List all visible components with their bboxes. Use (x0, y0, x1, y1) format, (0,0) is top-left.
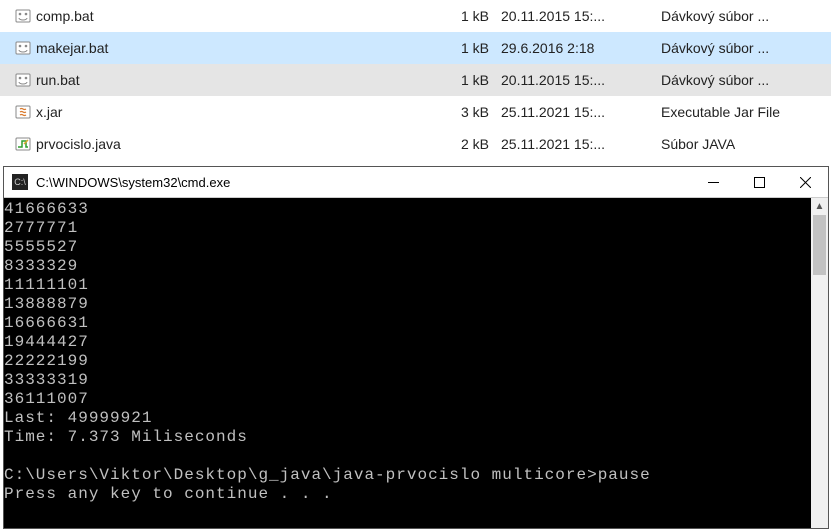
scroll-thumb[interactable] (813, 215, 826, 275)
file-size: 3 kB (431, 104, 501, 120)
file-date: 25.11.2021 15:... (501, 104, 661, 120)
bat-icon (10, 8, 36, 24)
file-size: 1 kB (431, 8, 501, 24)
file-row[interactable]: comp.bat1 kB20.11.2015 15:...Dávkový súb… (0, 0, 831, 32)
file-name: makejar.bat (36, 40, 431, 56)
file-row[interactable]: makejar.bat1 kB29.6.2016 2:18Dávkový súb… (0, 32, 831, 64)
file-row[interactable]: run.bat1 kB20.11.2015 15:...Dávkový súbo… (0, 64, 831, 96)
titlebar[interactable]: C:\ C:\WINDOWS\system32\cmd.exe (4, 167, 828, 198)
maximize-button[interactable] (736, 167, 782, 198)
file-name: x.jar (36, 104, 431, 120)
minimize-button[interactable] (690, 167, 736, 198)
file-size: 1 kB (431, 40, 501, 56)
file-row[interactable]: prvocislo.java2 kB25.11.2021 15:...Súbor… (0, 128, 831, 160)
file-type: Súbor JAVA (661, 136, 831, 152)
window-controls (690, 167, 828, 198)
file-size: 2 kB (431, 136, 501, 152)
file-row[interactable]: x.jar3 kB25.11.2021 15:...Executable Jar… (0, 96, 831, 128)
scroll-up-icon[interactable]: ▲ (811, 198, 828, 215)
file-name: comp.bat (36, 8, 431, 24)
file-date: 20.11.2015 15:... (501, 8, 661, 24)
file-type: Dávkový súbor ... (661, 40, 831, 56)
cmd-window: C:\ C:\WINDOWS\system32\cmd.exe 41666633… (3, 166, 829, 529)
cmd-icon: C:\ (12, 174, 28, 190)
file-type: Dávkový súbor ... (661, 72, 831, 88)
window-title: C:\WINDOWS\system32\cmd.exe (36, 175, 690, 190)
jar-icon (10, 104, 36, 120)
file-date: 25.11.2021 15:... (501, 136, 661, 152)
file-size: 1 kB (431, 72, 501, 88)
bat-icon (10, 72, 36, 88)
java-icon (10, 136, 36, 152)
close-button[interactable] (782, 167, 828, 198)
file-type: Executable Jar File (661, 104, 831, 120)
file-date: 29.6.2016 2:18 (501, 40, 661, 56)
file-explorer-list: comp.bat1 kB20.11.2015 15:...Dávkový súb… (0, 0, 831, 160)
file-type: Dávkový súbor ... (661, 8, 831, 24)
bat-icon (10, 40, 36, 56)
console-wrap: 41666633 2777771 5555527 8333329 1111110… (4, 198, 828, 528)
file-name: run.bat (36, 72, 431, 88)
file-date: 20.11.2015 15:... (501, 72, 661, 88)
scrollbar[interactable]: ▲ (811, 198, 828, 528)
console-output[interactable]: 41666633 2777771 5555527 8333329 1111110… (4, 198, 811, 528)
file-name: prvocislo.java (36, 136, 431, 152)
